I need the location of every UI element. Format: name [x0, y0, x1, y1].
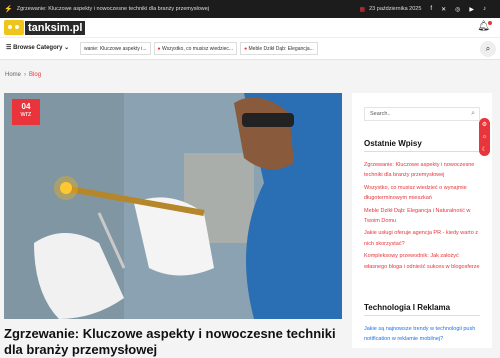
- recent-posts-list: Zgrzewanie: Kluczowe aspekty i nowoczesn…: [364, 160, 482, 274]
- post-month: wrz: [20, 111, 32, 118]
- nav-link[interactable]: ● Meble Dzikł Dąb: Elegancja...: [240, 42, 318, 55]
- breadcrumb-current: Blog: [29, 72, 42, 78]
- facebook-icon[interactable]: f: [430, 6, 432, 12]
- chevron-down-icon: ⌄: [64, 45, 70, 51]
- breadcrumb-separator-icon: ›: [24, 72, 27, 78]
- featured-image[interactable]: 04 wrz: [4, 93, 342, 319]
- nav-link[interactable]: ● Wszystko, co musisz wiedziec...: [153, 42, 238, 55]
- sun-icon[interactable]: ☼: [482, 134, 488, 140]
- search-button[interactable]: ⌕: [480, 41, 496, 57]
- site-logo[interactable]: tanksim.pl: [4, 19, 86, 36]
- breadcrumb-home[interactable]: Home: [5, 72, 21, 78]
- pin-icon: ●: [157, 46, 161, 52]
- sidebar-search-input[interactable]: Search.. ⌕: [364, 107, 480, 121]
- post-title[interactable]: Zgrzewanie: Kluczowe aspekty i nowoczesn…: [4, 326, 349, 358]
- search-icon[interactable]: ⌕: [471, 110, 475, 118]
- moon-icon[interactable]: ☾: [482, 146, 487, 153]
- recent-post-link[interactable]: Jakie usługi oferuje agencja PR - kiedy …: [364, 228, 482, 249]
- news-ticker[interactable]: Zgrzewanie: Kluczowe aspekty i nowoczesn…: [17, 6, 209, 12]
- logo-mark-icon: [4, 20, 24, 35]
- top-bar-right: ▦ 23 października 2025 f ✕ ◎ ▶ ♪: [359, 0, 486, 18]
- post-day: 04: [21, 102, 31, 111]
- browse-category-label: Browse Category: [13, 45, 63, 51]
- nav-link[interactable]: wanie: Kluczowe aspekty i...: [80, 42, 151, 55]
- calendar-icon: ▦: [359, 6, 366, 13]
- welding-photo: [4, 93, 342, 319]
- recent-post-link[interactable]: Meble Dzikł Dąb: Elegancja i Naturalność…: [364, 206, 482, 227]
- browse-category-button[interactable]: ☰ Browse Category ⌄: [6, 44, 69, 51]
- breadcrumb: Home › Blog: [5, 72, 41, 78]
- notification-dot: [488, 21, 492, 25]
- nav-links: wanie: Kluczowe aspekty i... ● Wszystko,…: [80, 42, 318, 55]
- bolt-icon: ⚡: [4, 6, 13, 13]
- heading-divider: [364, 151, 480, 152]
- twitter-icon[interactable]: ✕: [441, 6, 446, 13]
- tiktok-icon[interactable]: ♪: [483, 6, 486, 12]
- sidebar: Search.. ⌕ Ostatnie Wpisy Zgrzewanie: Kl…: [352, 93, 492, 348]
- floating-tools: ⚙ ☼ ☾: [479, 118, 490, 156]
- top-bar: ⚡ Zgrzewanie: Kluczowe aspekty i nowocze…: [0, 0, 500, 18]
- search-icon: ⌕: [485, 44, 491, 53]
- site-header: tanksim.pl 🔔︎: [0, 18, 500, 38]
- instagram-icon[interactable]: ◎: [455, 6, 460, 13]
- youtube-icon[interactable]: ▶: [469, 6, 474, 13]
- pin-icon: ●: [244, 46, 248, 52]
- tech-heading: Technologia I Reklama: [364, 303, 451, 312]
- tech-post-link[interactable]: Jakie są najnowsze trendy w technologii …: [364, 324, 482, 345]
- menu-icon: ☰: [6, 45, 12, 51]
- category-nav: ☰ Browse Category ⌄ wanie: Kluczowe aspe…: [0, 38, 500, 60]
- recent-posts-heading: Ostatnie Wpisy: [364, 139, 422, 148]
- tech-posts-list: Jakie są najnowsze trendy w technologii …: [364, 324, 482, 347]
- current-date: 23 października 2025: [369, 6, 422, 12]
- logo-text: tanksim.pl: [25, 20, 86, 35]
- recent-post-link[interactable]: Wszystko, co musisz wiedzieć o wynajmie …: [364, 183, 482, 204]
- heading-divider: [364, 315, 480, 316]
- post-date-badge: 04 wrz: [12, 99, 40, 125]
- settings-icon[interactable]: ⚙: [482, 121, 487, 128]
- recent-post-link[interactable]: Zgrzewanie: Kluczowe aspekty i nowoczesn…: [364, 160, 482, 181]
- search-placeholder: Search..: [370, 111, 391, 117]
- recent-post-link[interactable]: Kompleksowy przewodnik: Jak założyć włas…: [364, 251, 482, 272]
- bell-icon[interactable]: 🔔︎: [477, 21, 492, 32]
